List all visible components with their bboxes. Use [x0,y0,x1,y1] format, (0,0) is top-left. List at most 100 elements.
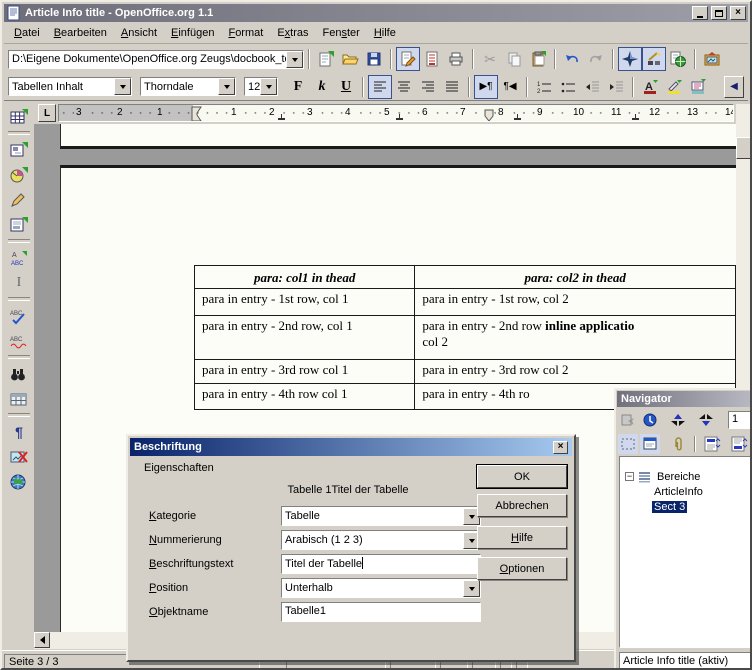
align-center-button[interactable] [392,75,416,99]
print-button[interactable] [444,47,468,71]
help-button[interactable]: Hilfe [477,526,567,549]
menu-einfuegen[interactable]: Einfügen [165,25,220,41]
vertical-scrollbar-thumb[interactable] [736,137,752,159]
gallery-button[interactable] [700,47,724,71]
table-cell[interactable]: para in entry - 1st row, col 2 [415,289,736,316]
font-size-combo[interactable]: 12 [244,77,278,96]
data-sources-button[interactable] [6,386,32,411]
minimize-button[interactable] [692,6,708,20]
insert-frame-button[interactable] [6,137,32,162]
title-bar[interactable]: Article Info title - OpenOffice.org 1.1 … [4,4,748,22]
table-cell[interactable]: para in entry - 1st row, col 1 [195,289,415,316]
tree-item-sect3[interactable]: Sect 3 [620,499,752,514]
paragraph-style-combo[interactable]: Tabellen Inhalt [8,77,132,96]
scroll-left-button[interactable] [34,632,50,648]
tree-item-bereiche[interactable]: − Bereiche [620,469,752,484]
maximize-button[interactable] [711,6,727,20]
menu-ansicht[interactable]: Ansicht [115,25,163,41]
table-header-cell[interactable]: para: col2 in thead [415,266,736,289]
export-pdf-button[interactable] [420,47,444,71]
url-combo[interactable]: D:\Eigene Dokumente\OpenOffice.org Zeugs… [8,50,304,69]
font-name-combo[interactable]: Thorndale [140,77,236,96]
spellcheck-button[interactable]: ABC [6,303,32,328]
menu-bearbeiten[interactable]: Bearbeiten [48,25,113,41]
open-button[interactable] [338,47,362,71]
align-right-button[interactable] [416,75,440,99]
menu-hilfe[interactable]: Hilfe [368,25,402,41]
background-color-button[interactable] [686,75,710,99]
online-layout-button[interactable] [6,469,32,494]
edit-file-button[interactable] [396,47,420,71]
draw-functions-button[interactable] [6,187,32,212]
font-dropdown-button[interactable] [218,78,235,95]
collapse-expander-icon[interactable]: − [625,472,634,481]
highlighting-button[interactable] [662,75,686,99]
images-toggle-button[interactable] [6,444,32,469]
ltr-button[interactable]: ▶¶ [474,75,498,99]
close-button[interactable]: × [730,6,746,20]
url-dropdown-button[interactable] [286,51,303,68]
save-button[interactable] [362,47,386,71]
options-button[interactable]: Optionen [477,557,567,580]
table-cell[interactable]: para in entry - 3rd row col 1 [195,360,415,384]
table-header-cell[interactable]: para: col1 in thead [195,266,415,289]
undo-button[interactable] [560,47,584,71]
ok-button[interactable]: OK [477,465,567,488]
table-cell[interactable]: para in entry - 4th row col 1 [195,384,415,410]
navigation-button[interactable] [640,410,660,430]
insert-table-button[interactable] [6,104,32,129]
page-spinbox[interactable]: 1 [728,411,752,429]
tab-type-button[interactable]: L [38,104,56,122]
decrease-indent-button[interactable] [580,75,604,99]
italic-button[interactable]: k [310,75,334,99]
style-dropdown-button[interactable] [114,78,131,95]
previous-page-bottom[interactable] [60,124,736,149]
show-window-button[interactable] [640,434,660,454]
find-replace-button[interactable] [6,361,32,386]
align-left-button[interactable] [368,75,392,99]
table-cell[interactable]: para in entry - 3rd row col 2 [415,360,736,384]
tree-item-articleinfo[interactable]: ArticleInfo [620,484,752,499]
paste-button[interactable] [526,47,550,71]
footer-button[interactable] [729,434,749,454]
dialog-title-bar[interactable]: Beschriftung × [130,438,572,456]
numbered-list-button[interactable]: 12 [532,75,556,99]
insert-object-button[interactable] [6,162,32,187]
new-document-button[interactable] [314,47,338,71]
increase-indent-button[interactable] [604,75,628,99]
indent-marker-first[interactable] [191,106,203,122]
hyperlink-button[interactable] [666,47,690,71]
menu-format[interactable]: Format [222,25,269,41]
toolbar-collapse-button[interactable]: ◀ [724,76,744,98]
nonprinting-chars-button[interactable]: ¶ [6,419,32,444]
insert-form-button[interactable] [6,212,32,237]
font-color-button[interactable]: A [638,75,662,99]
indent-marker-right[interactable] [483,109,495,122]
next-button[interactable] [696,410,716,430]
nummerierung-combo[interactable]: Arabisch (1 2 3) [281,530,481,550]
active-document-selector[interactable]: Article Info title (aktiv) [619,652,752,670]
navigator-button[interactable] [618,47,642,71]
objektname-input[interactable]: Tabelle1 [281,602,481,622]
direct-cursor-button[interactable]: I [6,270,32,295]
rtl-button[interactable]: ¶◀ [498,75,522,99]
drag-mode-button[interactable] [618,434,638,454]
table-cell[interactable]: para in entry - 2nd row inline applicati… [415,316,736,360]
bullet-list-button[interactable] [556,75,580,99]
justify-button[interactable] [440,75,464,99]
stylist-button[interactable] [642,47,666,71]
position-dropdown-button[interactable] [463,580,480,597]
dialog-close-button[interactable]: × [553,441,568,454]
size-dropdown-button[interactable] [260,78,277,95]
cancel-button[interactable]: Abbrechen [477,494,567,517]
navigator-title-bar[interactable]: Navigator [617,391,751,407]
anchor-button[interactable] [668,434,688,454]
kategorie-combo[interactable]: Tabelle [281,506,481,526]
auto-spellcheck-button[interactable]: ABC [6,328,32,353]
previous-button[interactable] [668,410,688,430]
menu-fenster[interactable]: Fenster [317,25,366,41]
position-combo[interactable]: Unterhalb [281,578,481,598]
menu-datei[interactable]: Datei [8,25,46,41]
toggle-button[interactable] [618,410,638,430]
table-cell[interactable]: para in entry - 2nd row, col 1 [195,316,415,360]
